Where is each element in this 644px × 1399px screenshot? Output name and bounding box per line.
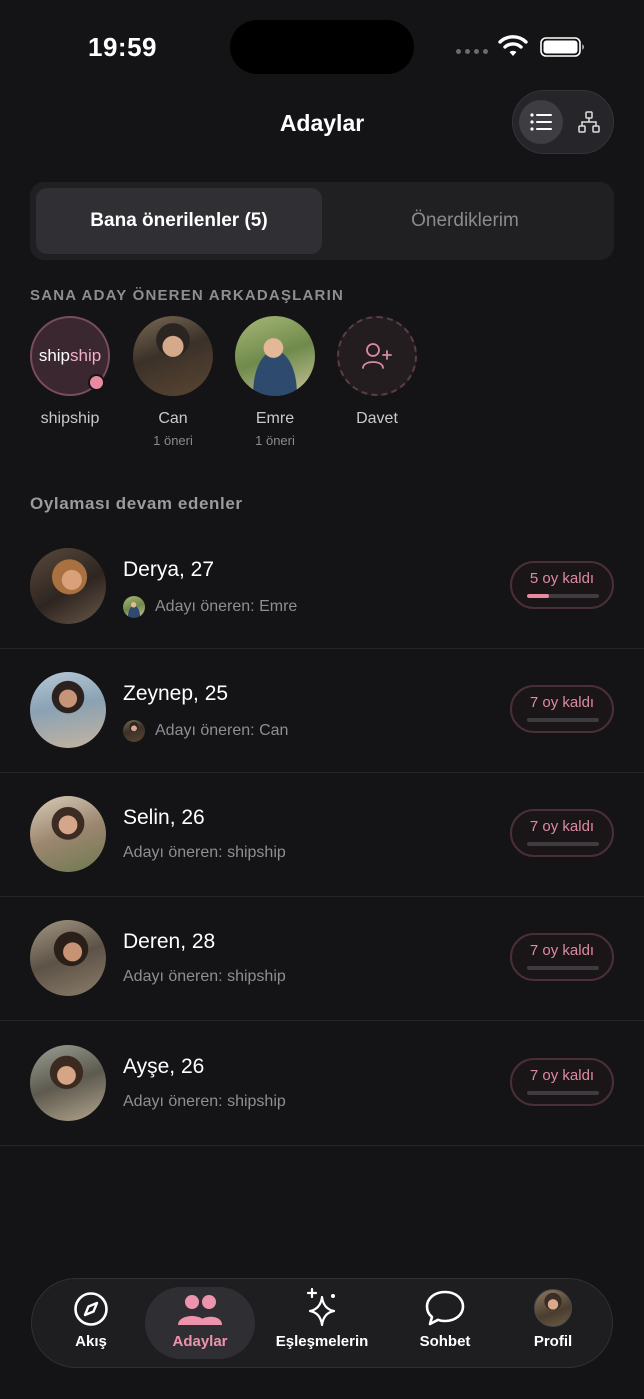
candidate-name: Deren, 28: [123, 930, 216, 953]
tab-recommended-to-me[interactable]: Bana önerilenler (5): [36, 188, 322, 254]
hierarchy-icon: [578, 111, 600, 133]
dynamic-island: [230, 20, 414, 74]
avatar: [30, 920, 106, 996]
people-icon: [178, 1295, 222, 1325]
vote-progress-track: [527, 966, 599, 970]
tab-bar: Akış Adaylar Eşleşmelerin Sohbet Profil: [31, 1278, 613, 1368]
recommender-text: Adayı öneren: Can: [155, 722, 289, 739]
vote-progress-track: [527, 1091, 599, 1095]
friend-item-can[interactable]: Can 1 öneri: [123, 316, 223, 448]
candidate-row[interactable]: Zeynep, 25 Adayı öneren: Can 7 oy kaldı: [0, 648, 644, 773]
friend-recommendation-count: 1 öneri: [255, 433, 295, 448]
avatar: [30, 672, 106, 748]
friend-recommendation-count: 1 öneri: [153, 433, 193, 448]
recommender-line: Adayı öneren: Emre: [123, 596, 297, 618]
view-mode-toggle: [512, 90, 614, 154]
votes-left-badge: 7 oy kaldı: [510, 809, 614, 857]
recommender-text: Adayı öneren: shipship: [123, 1093, 286, 1110]
cellular-signal-icon: [456, 49, 488, 54]
tab-label: Profil: [533, 1333, 573, 1350]
candidate-row[interactable]: Deren, 28 Adayı öneren: shipship 7 oy ka…: [0, 896, 644, 1021]
status-time: 19:59: [88, 32, 157, 62]
candidate-name: Ayşe, 26: [123, 1055, 205, 1078]
tab-profil[interactable]: Profil: [498, 1287, 608, 1359]
vote-progress-track: [527, 594, 599, 598]
candidate-row[interactable]: Derya, 27 Adayı öneren: Emre 5 oy kaldı: [0, 524, 644, 649]
invite-friend-button[interactable]: Davet: [327, 316, 427, 428]
recommender-line: Adayı öneren: Can: [123, 720, 288, 742]
votes-left-text: 7 oy kaldı: [529, 694, 595, 711]
avatar: [30, 796, 106, 872]
chat-bubble-icon: [425, 1290, 465, 1326]
friend-item-emre[interactable]: Emre 1 öneri: [225, 316, 325, 448]
candidate-name: Selin, 26: [123, 806, 205, 829]
tab-label: Eşleşmelerin: [275, 1333, 369, 1350]
list-view-button[interactable]: [519, 100, 563, 144]
vote-progress-track: [527, 718, 599, 722]
candidate-row[interactable]: Selin, 26 Adayı öneren: shipship 7 oy ka…: [0, 772, 644, 897]
tab-adaylar[interactable]: Adaylar: [145, 1287, 255, 1359]
recommender-avatar: [123, 720, 145, 742]
new-indicator-dot: [88, 374, 105, 391]
shipship-logo: ship ship: [30, 316, 110, 396]
votes-left-text: 7 oy kaldı: [529, 818, 595, 835]
add-user-icon: [362, 343, 392, 369]
candidate-name: Derya, 27: [123, 558, 215, 581]
vote-progress-fill: [527, 594, 549, 598]
tab-label: Akış: [75, 1333, 107, 1350]
tab-my-recommendations[interactable]: Önerdiklerim: [322, 188, 608, 254]
votes-left-badge: 7 oy kaldı: [510, 685, 614, 733]
tab-label: Sohbet: [419, 1333, 471, 1350]
invite-circle: [337, 316, 417, 396]
recommender-line: Adayı öneren: shipship: [123, 1093, 286, 1111]
tree-view-button[interactable]: [567, 100, 611, 144]
tab-eslesmelerin[interactable]: Eşleşmelerin: [267, 1287, 377, 1359]
recommender-text: Adayı öneren: Emre: [155, 598, 298, 615]
friends-section-title: SANA ADAY ÖNEREN ARKADAŞLARIN: [30, 287, 344, 304]
friend-item-shipship[interactable]: ship ship shipship: [20, 316, 120, 428]
votes-left-badge: 7 oy kaldı: [510, 1058, 614, 1106]
friend-name: Can: [158, 410, 188, 427]
avatar: [30, 1045, 106, 1121]
avatar: [30, 548, 106, 624]
friend-name: Emre: [255, 410, 295, 427]
candidate-row[interactable]: Ayşe, 26 Adayı öneren: shipship 7 oy kal…: [0, 1021, 644, 1146]
friend-name: Davet: [356, 410, 398, 427]
recommender-line: Adayı öneren: shipship: [123, 844, 286, 862]
votes-left-badge: 7 oy kaldı: [510, 933, 614, 981]
votes-left-badge: 5 oy kaldı: [510, 561, 614, 609]
recommender-text: Adayı öneren: shipship: [123, 968, 286, 985]
voting-section-title: Oylaması devam edenler: [30, 494, 243, 513]
battery-icon: [540, 37, 584, 57]
votes-left-text: 7 oy kaldı: [529, 942, 595, 959]
profile-avatar: [534, 1289, 572, 1327]
sparkles-icon: [306, 1287, 336, 1327]
recommender-avatar: [123, 596, 145, 618]
tab-akis[interactable]: Akış: [36, 1287, 146, 1359]
wifi-icon: [498, 35, 528, 56]
friend-name: shipship: [40, 410, 100, 427]
votes-left-text: 5 oy kaldı: [529, 570, 595, 587]
tab-label: Adaylar: [172, 1333, 228, 1350]
vote-progress-track: [527, 842, 599, 846]
avatar: [235, 316, 315, 396]
recommender-text: Adayı öneren: shipship: [123, 844, 286, 861]
votes-left-text: 7 oy kaldı: [529, 1067, 595, 1084]
segmented-control: Bana önerilenler (5) Önerdiklerim: [30, 182, 614, 260]
avatar: [133, 316, 213, 396]
compass-icon: [74, 1292, 108, 1326]
list-icon: [530, 113, 552, 131]
candidate-name: Zeynep, 25: [123, 682, 229, 705]
tab-sohbet[interactable]: Sohbet: [390, 1287, 500, 1359]
recommender-line: Adayı öneren: shipship: [123, 968, 286, 986]
